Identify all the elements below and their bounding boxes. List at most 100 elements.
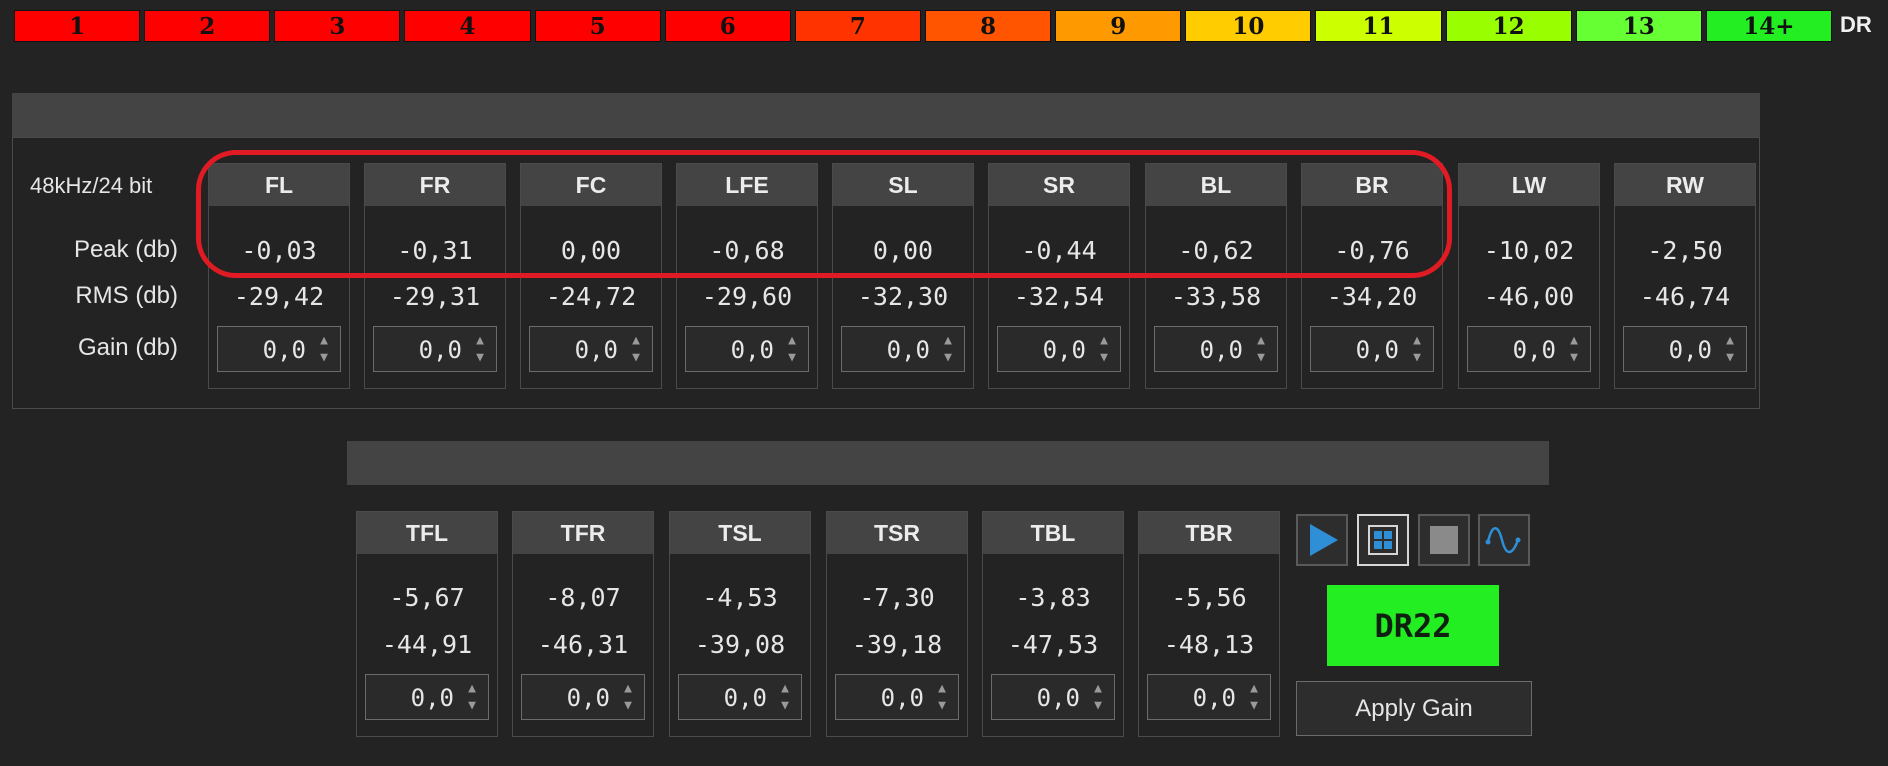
dr-scale-cell: 1 (14, 10, 141, 42)
spin-up-icon[interactable]: ▲ (1090, 682, 1106, 695)
rms-value: -34,20 (1326, 282, 1418, 311)
gain-spinbox[interactable]: 0,0 ▲ ▼ (521, 674, 645, 720)
waveform-button[interactable] (1478, 514, 1530, 566)
gain-spinbox[interactable]: 0,0 ▲ ▼ (1154, 326, 1278, 372)
dr-scale-cell: 10 (1185, 10, 1312, 42)
gain-spinbox[interactable]: 0,0 ▲ ▼ (529, 326, 653, 372)
channel-column-tbr: TBR -5,56 -48,13 0,0 ▲ ▼ (1138, 511, 1280, 737)
spin-down-icon[interactable]: ▼ (1253, 351, 1269, 364)
peak-value: -2,50 (1647, 236, 1723, 265)
gain-value: 0,0 (886, 336, 930, 364)
rms-value: -24,72 (545, 282, 637, 311)
spin-down-icon[interactable]: ▼ (934, 699, 950, 712)
spin-up-icon[interactable]: ▲ (1253, 334, 1269, 347)
spin-down-icon[interactable]: ▼ (1566, 351, 1582, 364)
spin-down-icon[interactable]: ▼ (1096, 351, 1112, 364)
channel-column-sr: SR -0,44 -32,54 0,0 ▲ ▼ (988, 163, 1130, 389)
play-icon (1310, 524, 1338, 556)
gain-spinbox[interactable]: 0,0 ▲ ▼ (1147, 674, 1271, 720)
spin-down-icon[interactable]: ▼ (316, 351, 332, 364)
grid-button[interactable] (1357, 514, 1409, 566)
peak-value: -8,07 (545, 583, 621, 612)
channel-column-lfe: LFE -0,68 -29,60 0,0 ▲ ▼ (676, 163, 818, 389)
rms-value: -29,60 (701, 282, 793, 311)
channel-name: FR (365, 164, 505, 206)
channel-name: BL (1146, 164, 1286, 206)
spin-down-icon[interactable]: ▼ (940, 351, 956, 364)
channel-name: SL (833, 164, 973, 206)
peak-value: -0,68 (709, 236, 785, 265)
gain-spinbox[interactable]: 0,0 ▲ ▼ (1467, 326, 1591, 372)
channel-column-sl: SL 0,00 -32,30 0,0 ▲ ▼ (832, 163, 974, 389)
gain-value: 0,0 (1036, 684, 1080, 712)
spin-up-icon[interactable]: ▲ (934, 682, 950, 695)
gain-spinbox[interactable]: 0,0 ▲ ▼ (217, 326, 341, 372)
spin-up-icon[interactable]: ▲ (1096, 334, 1112, 347)
spin-up-icon[interactable]: ▲ (940, 334, 956, 347)
gain-spinbox[interactable]: 0,0 ▲ ▼ (678, 674, 802, 720)
gain-spinbox[interactable]: 0,0 ▲ ▼ (365, 674, 489, 720)
gain-spinbox[interactable]: 0,0 ▲ ▼ (997, 326, 1121, 372)
spin-up-icon[interactable]: ▲ (472, 334, 488, 347)
spin-down-icon[interactable]: ▼ (628, 351, 644, 364)
gain-value: 0,0 (418, 336, 462, 364)
play-button[interactable] (1296, 514, 1348, 566)
spin-up-icon[interactable]: ▲ (1409, 334, 1425, 347)
dr-scale-cell: 11 (1315, 10, 1442, 42)
apply-gain-button[interactable]: Apply Gain (1296, 681, 1532, 736)
gain-value: 0,0 (880, 684, 924, 712)
gain-spinbox[interactable]: 0,0 ▲ ▼ (835, 674, 959, 720)
spin-down-icon[interactable]: ▼ (620, 699, 636, 712)
channel-column-fc: FC 0,00 -24,72 0,0 ▲ ▼ (520, 163, 662, 389)
channel-name: TBR (1139, 512, 1279, 554)
rms-value: -33,58 (1170, 282, 1262, 311)
grid-icon (1368, 525, 1398, 555)
peak-value: -0,03 (241, 236, 317, 265)
spin-down-icon[interactable]: ▼ (1090, 699, 1106, 712)
channel-column-fr: FR -0,31 -29,31 0,0 ▲ ▼ (364, 163, 506, 389)
spin-up-icon[interactable]: ▲ (620, 682, 636, 695)
spin-down-icon[interactable]: ▼ (464, 699, 480, 712)
gain-spinbox[interactable]: 0,0 ▲ ▼ (1623, 326, 1747, 372)
gain-spinbox[interactable]: 0,0 ▲ ▼ (841, 326, 965, 372)
peak-value: -7,30 (859, 583, 935, 612)
gain-spinbox[interactable]: 0,0 ▲ ▼ (1310, 326, 1434, 372)
channel-column-tsr: TSR -7,30 -39,18 0,0 ▲ ▼ (826, 511, 968, 737)
channel-column-tbl: TBL -3,83 -47,53 0,0 ▲ ▼ (982, 511, 1124, 737)
spin-down-icon[interactable]: ▼ (1409, 351, 1425, 364)
gain-spinbox[interactable]: 0,0 ▲ ▼ (373, 326, 497, 372)
dr-scale-cell: 12 (1445, 10, 1572, 42)
spin-down-icon[interactable]: ▼ (777, 699, 793, 712)
dr-scale-cell: 4 (404, 10, 531, 42)
peak-value: 0,00 (560, 236, 622, 265)
stop-button[interactable] (1418, 514, 1470, 566)
gain-value: 0,0 (1355, 336, 1399, 364)
spin-down-icon[interactable]: ▼ (784, 351, 800, 364)
spin-down-icon[interactable]: ▼ (1722, 351, 1738, 364)
spin-up-icon[interactable]: ▲ (628, 334, 644, 347)
spin-up-icon[interactable]: ▲ (464, 682, 480, 695)
rms-value: -29,31 (389, 282, 481, 311)
spin-up-icon[interactable]: ▲ (1722, 334, 1738, 347)
spin-up-icon[interactable]: ▲ (784, 334, 800, 347)
spin-down-icon[interactable]: ▼ (1246, 699, 1262, 712)
rms-value: -46,31 (537, 630, 629, 659)
spin-down-icon[interactable]: ▼ (472, 351, 488, 364)
spin-up-icon[interactable]: ▲ (316, 334, 332, 347)
spin-up-icon[interactable]: ▲ (1566, 334, 1582, 347)
stop-icon (1430, 526, 1458, 554)
gain-spinbox[interactable]: 0,0 ▲ ▼ (685, 326, 809, 372)
spin-up-icon[interactable]: ▲ (1246, 682, 1262, 695)
gain-value: 0,0 (574, 336, 618, 364)
channel-column-fl: FL -0,03 -29,42 0,0 ▲ ▼ (208, 163, 350, 389)
rms-value: -46,00 (1483, 282, 1575, 311)
gain-value: 0,0 (1042, 336, 1086, 364)
dr-scale-cell: 2 (144, 10, 271, 42)
channel-column-lw: LW -10,02 -46,00 0,0 ▲ ▼ (1458, 163, 1600, 389)
spin-up-icon[interactable]: ▲ (777, 682, 793, 695)
channel-column-tsl: TSL -4,53 -39,08 0,0 ▲ ▼ (669, 511, 811, 737)
gain-value: 0,0 (262, 336, 306, 364)
dr-scale-cell: 9 (1055, 10, 1182, 42)
dr-scale-cell: 13 (1575, 10, 1702, 42)
gain-spinbox[interactable]: 0,0 ▲ ▼ (991, 674, 1115, 720)
